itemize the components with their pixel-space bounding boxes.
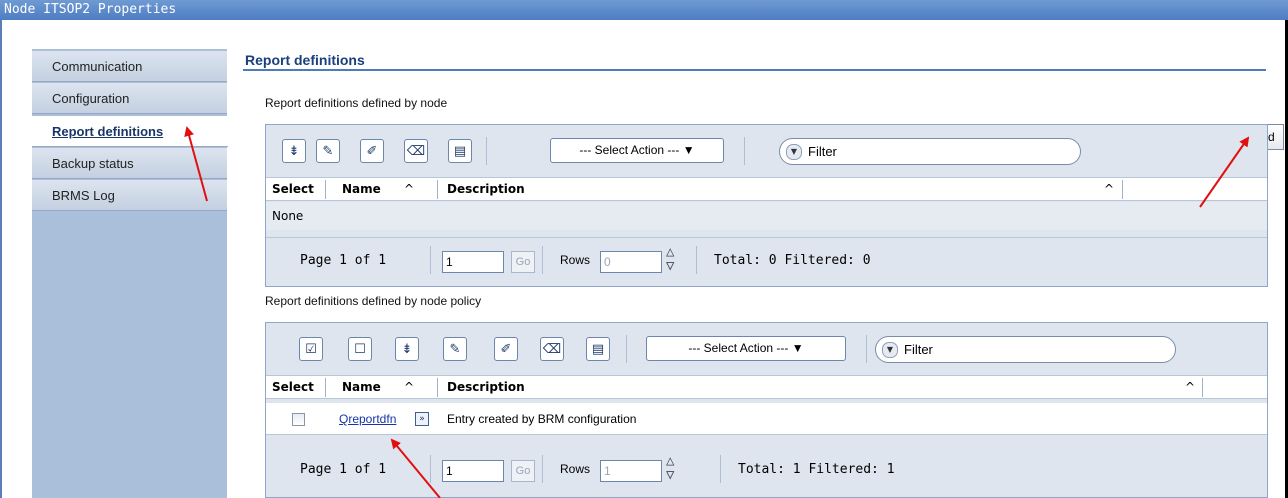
annotation-arrow-row — [390, 438, 441, 498]
annotation-arrow-add — [1199, 136, 1250, 208]
annotation-arrow-sidebar — [184, 126, 208, 202]
annotation-arrows — [184, 126, 1250, 498]
